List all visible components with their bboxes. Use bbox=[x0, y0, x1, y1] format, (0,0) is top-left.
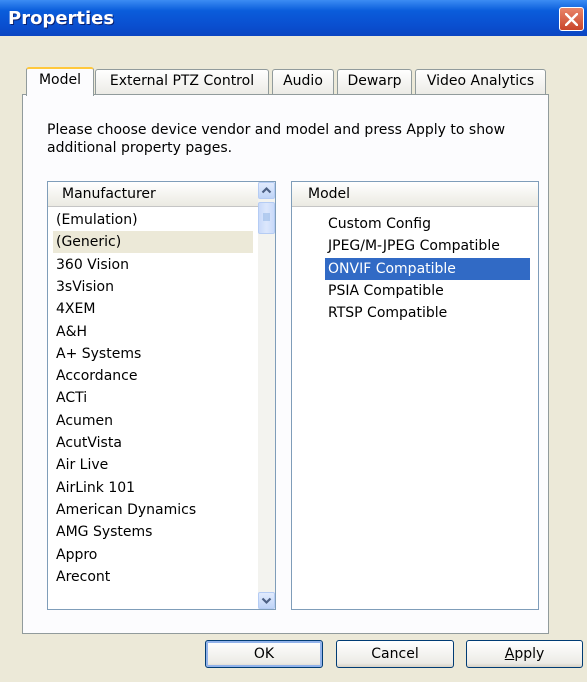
model-item[interactable]: JPEG/M-JPEG Compatible bbox=[325, 235, 530, 257]
model-item[interactable]: Custom Config bbox=[325, 213, 530, 235]
ok-button[interactable]: OK bbox=[205, 640, 323, 668]
title-bar[interactable]: Properties bbox=[0, 0, 587, 36]
apply-button[interactable]: Apply bbox=[466, 640, 583, 668]
manufacturer-item[interactable]: Appro bbox=[53, 544, 253, 566]
window-title: Properties bbox=[8, 8, 115, 29]
manufacturer-item[interactable]: AMG Systems bbox=[53, 521, 253, 543]
manufacturer-item[interactable]: 3sVision bbox=[53, 276, 253, 298]
apply-label-rest: pply bbox=[514, 646, 545, 662]
instructions-text: Please choose device vendor and model an… bbox=[47, 122, 506, 156]
tab-video-analytics[interactable]: Video Analytics bbox=[415, 69, 546, 94]
apply-mnemonic: A bbox=[504, 646, 515, 662]
manufacturer-item[interactable]: Air Live bbox=[53, 454, 253, 476]
tab-model[interactable]: Model bbox=[26, 67, 94, 96]
manufacturer-item[interactable]: (Emulation) bbox=[53, 209, 253, 231]
scroll-thumb[interactable] bbox=[258, 202, 275, 234]
cancel-button[interactable]: Cancel bbox=[336, 640, 454, 668]
scroll-down-button[interactable] bbox=[258, 592, 275, 609]
model-listbox[interactable]: Model Custom Config JPEG/M-JPEG Compatibl… bbox=[291, 181, 539, 610]
close-icon bbox=[565, 13, 578, 26]
manufacturer-item[interactable]: A+ Systems bbox=[53, 343, 253, 365]
model-item[interactable]: RTSP Compatible bbox=[325, 302, 530, 324]
manufacturer-item[interactable]: A&H bbox=[53, 321, 253, 343]
grip-icon bbox=[263, 213, 270, 221]
model-item[interactable]: ONVIF Compatible bbox=[325, 257, 530, 280]
manufacturer-item[interactable]: (Generic) bbox=[53, 231, 253, 254]
manufacturer-item[interactable]: Arecont bbox=[53, 566, 253, 588]
manufacturer-item[interactable]: AcutVista bbox=[53, 432, 253, 454]
manufacturer-item[interactable]: American Dynamics bbox=[53, 499, 253, 521]
tab-audio[interactable]: Audio bbox=[272, 69, 334, 94]
tab-external-ptz-control[interactable]: External PTZ Control bbox=[95, 69, 269, 94]
close-button[interactable] bbox=[559, 7, 584, 31]
chevron-up-icon bbox=[261, 186, 272, 194]
manufacturer-item[interactable]: ACTi bbox=[53, 387, 253, 409]
manufacturer-item[interactable]: Acumen bbox=[53, 410, 253, 432]
manufacturer-item[interactable]: 4XEM bbox=[53, 298, 253, 320]
dialog-body: Model External PTZ Control Audio Dewarp … bbox=[0, 36, 587, 682]
manufacturer-item[interactable]: Accordance bbox=[53, 365, 253, 387]
chevron-down-icon bbox=[261, 597, 272, 605]
tab-dewarp[interactable]: Dewarp bbox=[337, 69, 412, 94]
tab-panel-model: Please choose device vendor and model an… bbox=[22, 94, 549, 634]
manufacturer-item[interactable]: AirLink 101 bbox=[53, 477, 253, 499]
scroll-up-button[interactable] bbox=[258, 182, 275, 199]
manufacturer-listbox[interactable]: Manufacturer (Emulation) (Generic) 360 Vis… bbox=[47, 181, 276, 610]
manufacturer-header[interactable]: Manufacturer bbox=[48, 182, 258, 207]
manufacturer-scrollbar[interactable] bbox=[258, 182, 275, 609]
manufacturer-item[interactable]: 360 Vision bbox=[53, 254, 253, 276]
model-header[interactable]: Model bbox=[292, 182, 538, 207]
model-item[interactable]: PSIA Compatible bbox=[325, 280, 530, 302]
